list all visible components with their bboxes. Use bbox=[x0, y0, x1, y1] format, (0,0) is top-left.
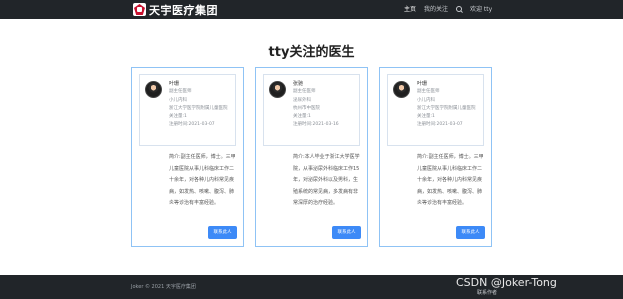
doctor-department: 小儿内科 bbox=[169, 97, 187, 103]
doctor-info-box: 张驰 副主任医师 泌尿外科 杭州市中医院 关注量:1 注册时间:2021-03-… bbox=[263, 74, 360, 146]
doctor-registered-date: 注册时间:2021-03-16 bbox=[293, 122, 339, 128]
hospital-logo-icon bbox=[133, 3, 146, 16]
footer-contact-author-link[interactable]: 联系作者 bbox=[477, 289, 497, 296]
doctor-info-box: 叶珊 副主任医师 小儿内科 浙江大学医学院附属儿童医院 关注量:1 注册时间:2… bbox=[387, 74, 484, 146]
doctor-name: 叶珊 bbox=[169, 81, 180, 87]
doctor-avatar bbox=[269, 81, 286, 98]
doctor-card: 张驰 副主任医师 泌尿外科 杭州市中医院 关注量:1 注册时间:2021-03-… bbox=[255, 67, 368, 247]
brand-name: 天宇医疗集团 bbox=[149, 3, 218, 17]
top-navbar: 天宇医疗集团 主页 我的关注 欢迎 tty bbox=[0, 0, 623, 19]
doctor-intro: 简介:副主任医师，博士。三甲儿童医院从事儿科临床工作二十余年，对各种儿内科常见疾… bbox=[417, 154, 484, 206]
doctor-registered-date: 注册时间:2021-03-07 bbox=[169, 122, 215, 128]
doctor-title: 副主任医师 bbox=[293, 89, 316, 95]
doctor-info-box: 叶珊 副主任医师 小儿内科 浙江大学医学院附属儿童医院 关注量:1 注册时间:2… bbox=[139, 74, 236, 146]
doctor-card: 叶珊 副主任医师 小儿内科 浙江大学医学院附属儿童医院 关注量:1 注册时间:2… bbox=[379, 67, 492, 247]
doctor-info: 叶珊 副主任医师 小儿内科 浙江大学医学院附属儿童医院 关注量:1 注册时间:2… bbox=[169, 80, 228, 130]
doctor-title: 副主任医师 bbox=[417, 89, 440, 95]
doctor-info: 叶珊 副主任医师 小儿内科 浙江大学医学院附属儿童医院 关注量:1 注册时间:2… bbox=[417, 80, 476, 130]
contact-button[interactable]: 联系此人 bbox=[456, 226, 485, 239]
doctor-name: 叶珊 bbox=[417, 81, 428, 87]
doctor-department: 泌尿外科 bbox=[293, 97, 311, 103]
nav-home-link[interactable]: 主页 bbox=[404, 4, 416, 15]
doctor-department: 小儿内科 bbox=[417, 97, 435, 103]
doctor-name: 张驰 bbox=[293, 81, 304, 87]
doctor-follow-count: 关注量:1 bbox=[169, 114, 187, 120]
contact-button[interactable]: 联系此人 bbox=[332, 226, 361, 239]
contact-button[interactable]: 联系此人 bbox=[208, 226, 237, 239]
doctor-hospital: 杭州市中医院 bbox=[293, 105, 320, 111]
doctor-intro: 简介:本人毕业于浙江大学医学院，从事泌尿外科临床工作15年，对泌尿外科以及男科，… bbox=[293, 154, 360, 206]
doctor-hospital: 浙江大学医学院附属儿童医院 bbox=[169, 105, 228, 111]
brand[interactable]: 天宇医疗集团 bbox=[133, 2, 218, 17]
doctor-card: 叶珊 副主任医师 小儿内科 浙江大学医学院附属儿童医院 关注量:1 注册时间:2… bbox=[131, 67, 244, 247]
footer-copyright: Joker © 2021 天宇医疗集团 bbox=[131, 284, 196, 290]
footer: Joker © 2021 天宇医疗集团 CSDN @Joker-Tong 联系作… bbox=[0, 275, 623, 299]
doctor-intro: 简介:副主任医师，博士。三甲儿童医院从事儿科临床工作二十余年，对各种儿内科常见疾… bbox=[169, 154, 236, 206]
welcome-user-link[interactable]: 欢迎 tty bbox=[470, 4, 492, 15]
csdn-watermark: CSDN @Joker-Tong bbox=[456, 276, 557, 289]
doctor-avatar bbox=[393, 81, 410, 98]
doctor-title: 副主任医师 bbox=[169, 89, 192, 95]
doctor-follow-count: 关注量:1 bbox=[417, 114, 435, 120]
doctor-info: 张驰 副主任医师 泌尿外科 杭州市中医院 关注量:1 注册时间:2021-03-… bbox=[293, 80, 339, 130]
doctor-avatar bbox=[145, 81, 162, 98]
search-icon[interactable] bbox=[455, 4, 464, 15]
page-title: tty关注的医生 bbox=[268, 45, 355, 60]
doctor-registered-date: 注册时间:2021-03-07 bbox=[417, 122, 463, 128]
nav-my-follows-link[interactable]: 我的关注 bbox=[424, 4, 448, 15]
doctor-follow-count: 关注量:1 bbox=[293, 114, 311, 120]
doctor-hospital: 浙江大学医学院附属儿童医院 bbox=[417, 105, 476, 111]
